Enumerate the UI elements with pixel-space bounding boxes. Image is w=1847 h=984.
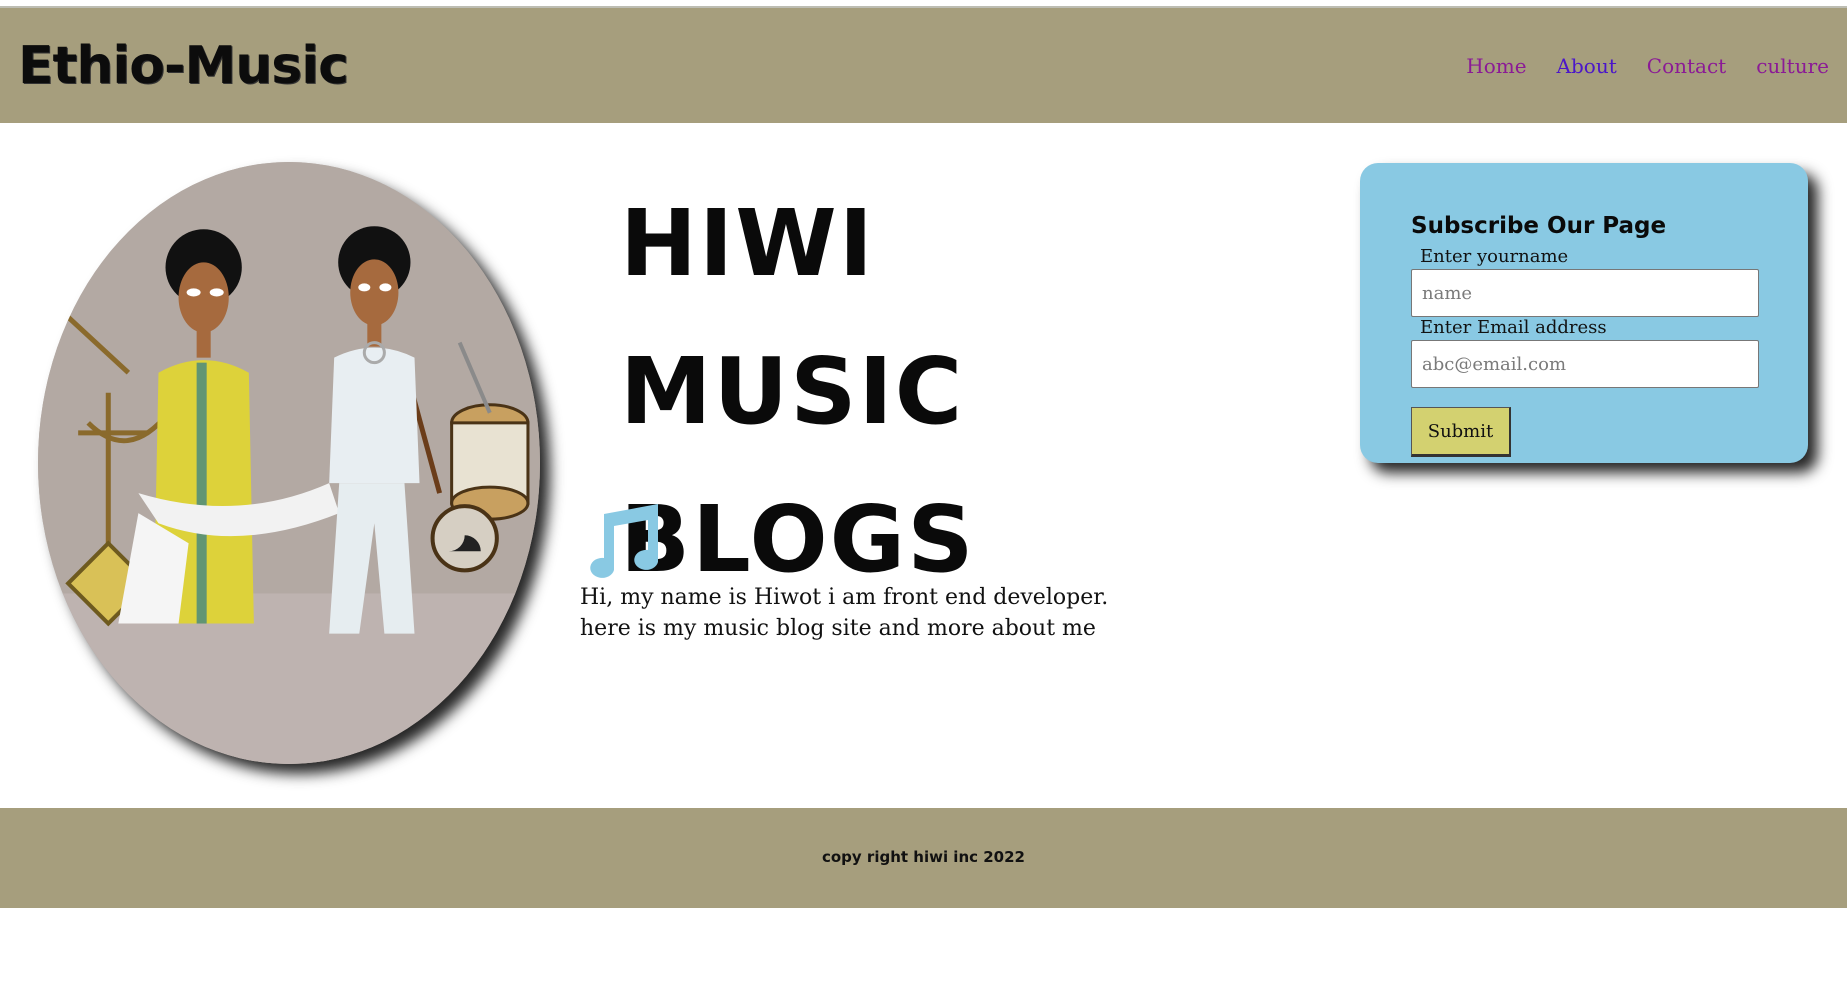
main-nav: Home About Contact culture [1466, 54, 1829, 78]
page-title-line-1: HIWI MUSIC [620, 190, 965, 445]
intro-line-2: here is my music blog site and more abou… [580, 616, 1096, 641]
painting-illustration [38, 162, 540, 764]
copyright-text: copy right hiwi inc 2022 [821, 848, 1025, 866]
music-note-icon [590, 504, 658, 578]
page-title: HIWI MUSIC BLOGS [620, 170, 1180, 614]
page: Ethio-Music Home About Contact culture H… [0, 0, 1847, 984]
subscribe-form: Subscribe Our Page Enter yourname Enter … [1360, 163, 1808, 463]
intro-line-1: Hi, my name is Hiwot i am front end deve… [580, 585, 1109, 610]
site-logo[interactable]: Ethio-Music [18, 36, 349, 96]
submit-button[interactable]: Submit [1411, 407, 1511, 457]
name-input[interactable] [1411, 269, 1759, 317]
subscribe-title: Subscribe Our Page [1411, 213, 1667, 239]
page-title-line-2: BLOGS [620, 486, 976, 593]
hero-painting-image [38, 162, 540, 764]
email-input[interactable] [1411, 340, 1759, 388]
name-label: Enter yourname [1420, 246, 1569, 267]
top-border [0, 0, 1847, 8]
nav-link-contact[interactable]: Contact [1647, 54, 1726, 78]
email-label: Enter Email address [1420, 317, 1607, 338]
intro-text: Hi, my name is Hiwot i am front end deve… [580, 582, 1140, 644]
nav-link-about[interactable]: About [1557, 54, 1617, 78]
nav-link-culture[interactable]: culture [1756, 54, 1829, 78]
nav-link-home[interactable]: Home [1466, 54, 1526, 78]
site-header: Ethio-Music Home About Contact culture [0, 8, 1847, 123]
site-footer: copy right hiwi inc 2022 [0, 808, 1847, 908]
